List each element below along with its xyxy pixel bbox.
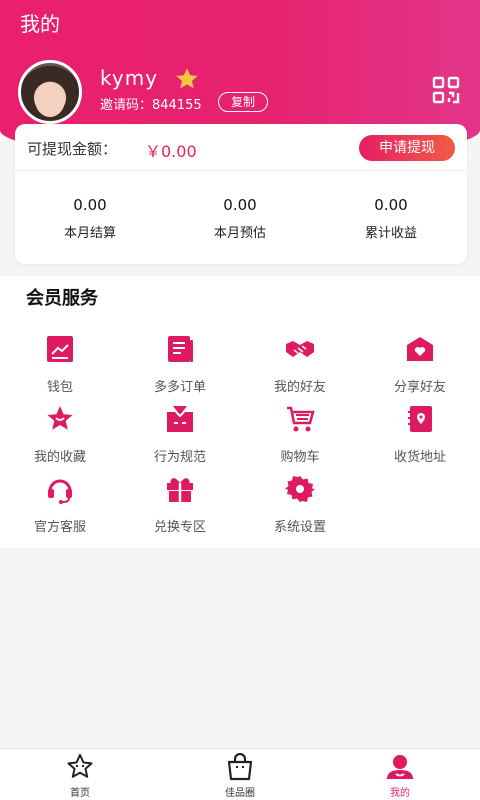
copy-button[interactable]: 复制	[218, 92, 268, 112]
headset-icon	[48, 479, 72, 504]
service-label: 行为规范	[153, 450, 206, 465]
service-redeem-zone[interactable]: 兑换专区	[120, 474, 240, 535]
service-label: 分享好友	[393, 380, 446, 395]
stat-label: 累计收益	[364, 226, 417, 241]
avatar[interactable]	[18, 60, 82, 124]
stat-total-earnings[interactable]: 0.00 累计收益	[316, 196, 466, 241]
shopping-bag-icon	[227, 753, 253, 781]
service-orders[interactable]: 多多订单	[120, 334, 240, 395]
service-my-favorites[interactable]: 我的收藏	[0, 404, 120, 465]
stat-label: 本月结算	[63, 226, 116, 241]
stat-value: 0.00	[223, 196, 257, 214]
service-customer-support[interactable]: 官方客服	[0, 474, 120, 535]
section-title: 会员服务	[26, 288, 98, 309]
tab-label: 我的	[390, 788, 410, 799]
page-title: 我的	[20, 12, 60, 36]
service-share-friends[interactable]: 分享好友	[360, 334, 480, 395]
divider	[15, 170, 467, 171]
gear-icon	[285, 476, 315, 502]
service-conduct-rules[interactable]: 行为规范	[120, 404, 240, 465]
profile-icon	[387, 755, 413, 779]
tab-label: 佳品圈	[225, 788, 255, 799]
service-label: 兑换专区	[153, 520, 206, 535]
vip-star-icon	[176, 68, 198, 89]
member-services-panel: 会员服务 钱包 多多订单 我的好友 分享好友 我的收藏 行为规范 购物车 收货地…	[0, 276, 480, 548]
stat-label: 本月预估	[213, 226, 266, 241]
address-book-icon	[408, 406, 432, 432]
service-label: 收货地址	[393, 450, 446, 465]
orders-icon	[168, 336, 193, 362]
wallet-card: 可提现金额： ￥0.00 申请提现 0.00 本月结算 0.00 本月预估 0.…	[15, 124, 467, 264]
home-icon	[67, 754, 93, 778]
stat-value: 0.00	[73, 196, 107, 214]
tab-mine[interactable]: 我的	[350, 753, 450, 799]
tab-goods-circle[interactable]: 佳品圈	[190, 753, 290, 799]
stat-monthly-settled[interactable]: 0.00 本月结算	[15, 196, 165, 241]
service-shopping-cart[interactable]: 购物车	[240, 404, 360, 465]
service-label: 我的好友	[273, 380, 326, 395]
stat-monthly-estimate[interactable]: 0.00 本月预估	[165, 196, 315, 241]
withdraw-button[interactable]: 申请提现	[359, 135, 455, 161]
username: kymy	[100, 66, 159, 90]
stat-value: 0.00	[374, 196, 408, 214]
service-label: 钱包	[46, 380, 73, 395]
rules-icon	[167, 406, 193, 432]
star-icon	[47, 406, 73, 430]
share-icon	[407, 337, 433, 361]
service-system-settings[interactable]: 系统设置	[240, 474, 360, 535]
invite-code: 邀请码：844155	[100, 98, 202, 113]
handshake-icon	[286, 341, 314, 357]
service-label: 多多订单	[153, 380, 206, 395]
tab-label: 首页	[70, 788, 90, 799]
tab-home[interactable]: 首页	[30, 753, 130, 799]
withdrawable-label: 可提现金额：	[27, 140, 118, 158]
bottom-tab-bar: 首页 佳品圈 我的	[0, 748, 480, 800]
service-shipping-address[interactable]: 收货地址	[360, 404, 480, 465]
service-label: 系统设置	[273, 520, 326, 535]
qr-code-icon[interactable]	[432, 76, 460, 104]
service-my-friends[interactable]: 我的好友	[240, 334, 360, 395]
service-label: 购物车	[280, 450, 320, 465]
wallet-icon	[47, 336, 73, 362]
gift-icon	[167, 478, 193, 502]
service-wallet[interactable]: 钱包	[0, 334, 120, 395]
cart-icon	[287, 406, 315, 432]
withdrawable-amount: ￥0.00	[145, 142, 197, 161]
service-label: 官方客服	[33, 520, 86, 535]
service-label: 我的收藏	[33, 450, 86, 465]
